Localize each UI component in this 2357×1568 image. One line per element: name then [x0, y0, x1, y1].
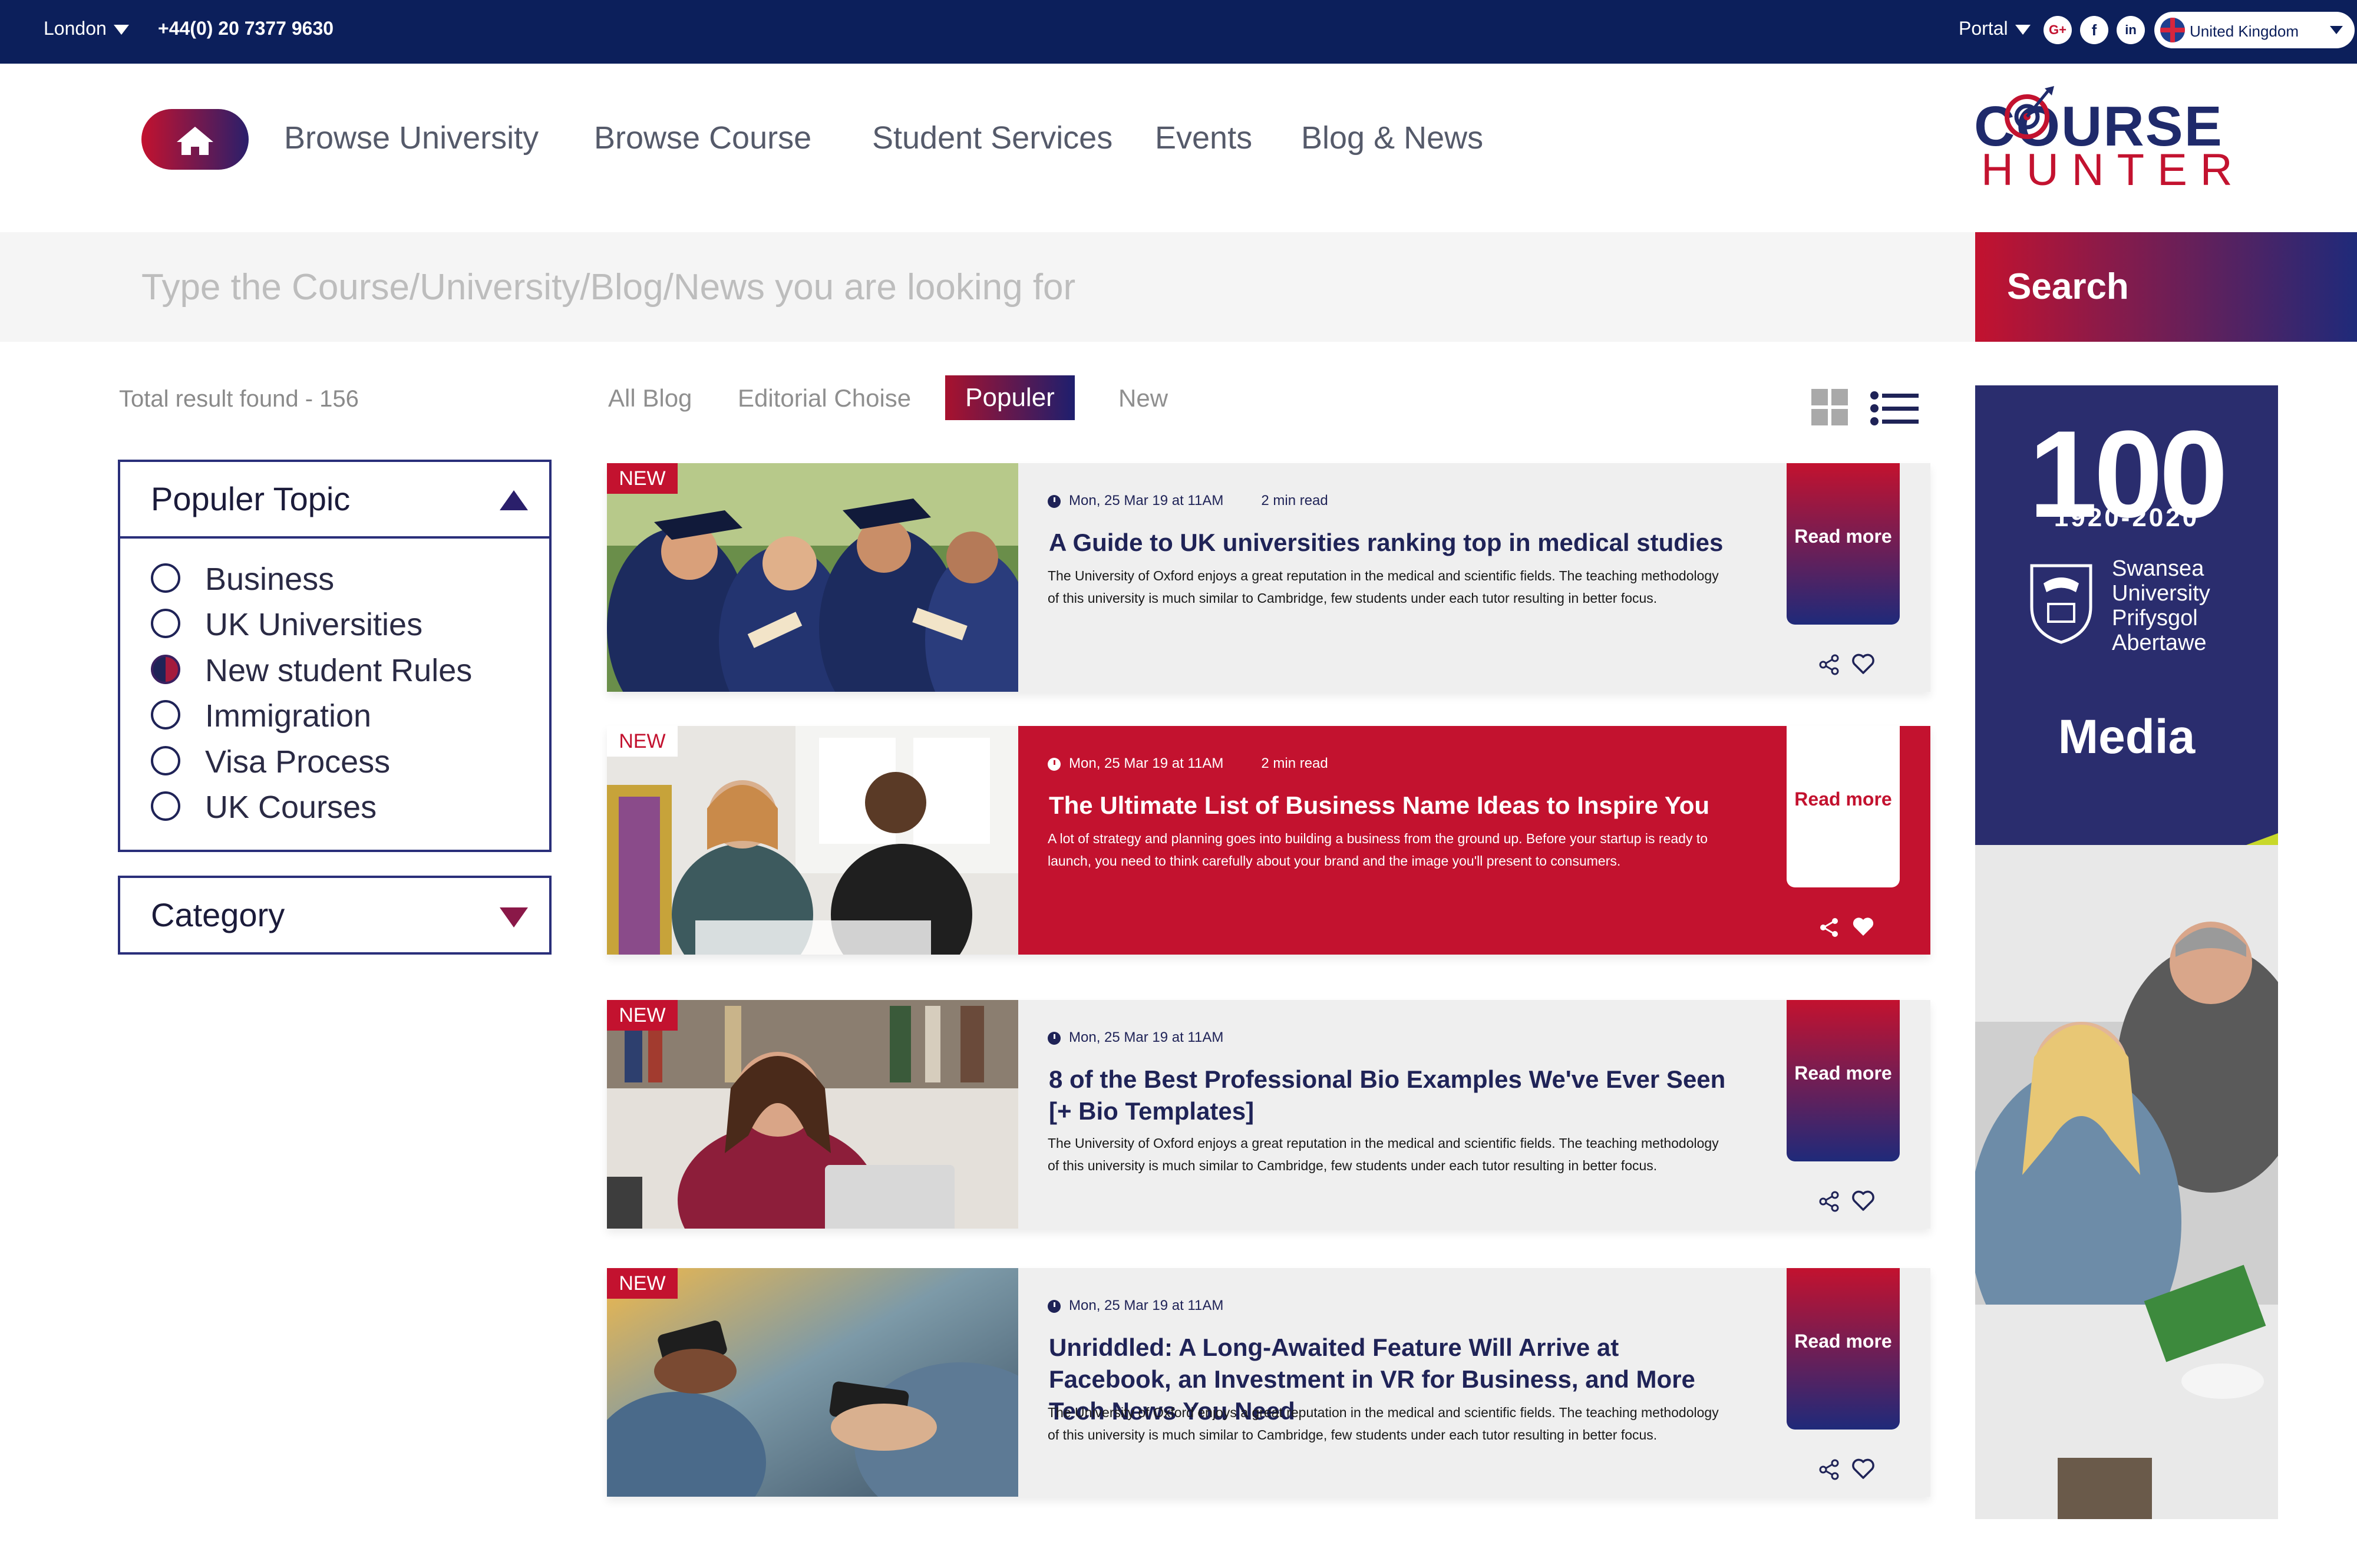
- total-results: Total result found - 156: [119, 386, 359, 412]
- country-selector[interactable]: United Kingdom: [2154, 12, 2355, 48]
- read-more-button[interactable]: Read more: [1787, 1268, 1900, 1430]
- radio-selected-icon[interactable]: [151, 655, 180, 684]
- list-view-icon[interactable]: [1870, 389, 1919, 427]
- new-badge: NEW: [607, 726, 678, 757]
- radio-icon[interactable]: [151, 609, 180, 638]
- clock-icon: [1048, 1299, 1061, 1313]
- clock-icon: [1048, 494, 1061, 508]
- heart-icon[interactable]: [1851, 1190, 1875, 1212]
- read-time: 2 min read: [1261, 755, 1328, 771]
- clock-icon: [1048, 1031, 1061, 1045]
- city-label: London: [44, 18, 107, 39]
- home-button[interactable]: [141, 109, 249, 170]
- topic-filter-header[interactable]: Populer Topic: [120, 462, 549, 539]
- graduates-photo: [607, 463, 1018, 692]
- grid-view-icon[interactable]: [1811, 389, 1849, 427]
- collapse-triangle-icon[interactable]: [500, 490, 528, 510]
- read-more-button[interactable]: Read more: [1787, 726, 1900, 887]
- students-discussion-photo: [607, 726, 1018, 955]
- search-input[interactable]: [141, 266, 1939, 308]
- share-icon[interactable]: [1818, 1459, 1840, 1480]
- chevron-down-icon: [2015, 25, 2031, 35]
- post-title[interactable]: A Guide to UK universities ranking top i…: [1049, 527, 1727, 559]
- chevron-down-icon: [2330, 26, 2343, 34]
- new-badge: NEW: [607, 1268, 678, 1299]
- facebook-icon[interactable]: f: [2080, 16, 2108, 44]
- blog-card: NEW Mon, 25 Mar 19 at 11AM 8 of the Best…: [607, 1000, 1930, 1229]
- logo-hunter: HUNTER: [1981, 145, 2246, 195]
- country-label: United Kingdom: [2190, 22, 2299, 40]
- nav-events[interactable]: Events: [1155, 120, 1252, 156]
- tab-editorial-choise[interactable]: Editorial Choise: [738, 384, 911, 412]
- nav-browse-university[interactable]: Browse University: [284, 120, 539, 156]
- ad-banner[interactable]: 100 1920-2020 Swansea University Prifysg…: [1975, 385, 2278, 1519]
- post-date: Mon, 25 Mar 19 at 11AM: [1069, 493, 1224, 509]
- google-plus-icon[interactable]: G+: [2044, 16, 2072, 44]
- city-selector[interactable]: London: [44, 18, 129, 39]
- radio-icon[interactable]: [151, 791, 180, 821]
- tab-new[interactable]: New: [1118, 384, 1168, 412]
- post-meta: Mon, 25 Mar 19 at 11AM: [1048, 1029, 1261, 1046]
- nav-blog-news[interactable]: Blog & News: [1301, 120, 1483, 156]
- share-icon[interactable]: [1818, 1191, 1840, 1212]
- expand-triangle-icon[interactable]: [500, 907, 528, 927]
- phones-in-hands-photo: [607, 1268, 1018, 1497]
- radio-icon[interactable]: [151, 746, 180, 775]
- share-icon[interactable]: [1818, 917, 1840, 938]
- phone-number[interactable]: +44(0) 20 7377 9630: [158, 18, 334, 39]
- university-crest-icon: [2030, 564, 2092, 644]
- ad-tagline: Media: [2058, 710, 2196, 764]
- ad-university-name: Swansea University Prifysgol Abertawe: [2112, 556, 2210, 655]
- blog-card: NEW Mon, 25 Mar 19 at 11AM Unriddled: A …: [607, 1268, 1930, 1497]
- linkedin-icon[interactable]: in: [2117, 16, 2145, 44]
- topic-filter-panel: Populer Topic Business UK Universities N…: [118, 460, 552, 852]
- top-bar: London +44(0) 20 7377 9630 Portal G+ f i…: [0, 0, 2357, 64]
- woman-laptop-photo: [607, 1000, 1018, 1229]
- portal-label: Portal: [1959, 18, 2008, 39]
- tab-populer[interactable]: Populer: [945, 375, 1075, 420]
- post-meta: Mon, 25 Mar 19 at 11AM 2 min read: [1048, 755, 1328, 772]
- heart-icon[interactable]: [1851, 1458, 1875, 1480]
- home-icon: [177, 127, 213, 155]
- category-filter-title: Category: [151, 896, 285, 933]
- post-date: Mon, 25 Mar 19 at 11AM: [1069, 1298, 1224, 1313]
- uk-flag-icon: [2160, 18, 2185, 42]
- search-bar: [0, 232, 1975, 342]
- radio-icon[interactable]: [151, 563, 180, 593]
- clock-icon: [1048, 757, 1061, 771]
- post-excerpt: The University of Oxford enjoys a great …: [1048, 1405, 1719, 1442]
- category-filter-panel[interactable]: Category: [118, 876, 552, 955]
- nav-browse-course[interactable]: Browse Course: [594, 120, 811, 156]
- new-badge: NEW: [607, 463, 678, 494]
- post-title[interactable]: 8 of the Best Professional Bio Examples …: [1049, 1064, 1727, 1127]
- post-date: Mon, 25 Mar 19 at 11AM: [1069, 1029, 1224, 1045]
- read-more-button[interactable]: Read more: [1787, 1000, 1900, 1161]
- target-icon: [2005, 86, 2054, 139]
- ad-students-photo: [1975, 845, 2278, 1519]
- post-excerpt: The University of Oxford enjoys a great …: [1048, 1135, 1719, 1173]
- post-meta: Mon, 25 Mar 19 at 11AM: [1048, 1298, 1261, 1314]
- new-badge: NEW: [607, 1000, 678, 1031]
- post-excerpt: The University of Oxford enjoys a great …: [1048, 568, 1719, 606]
- chevron-down-icon: [113, 25, 129, 35]
- nav-student-services[interactable]: Student Services: [872, 120, 1113, 156]
- read-more-button[interactable]: Read more: [1787, 463, 1900, 625]
- post-title[interactable]: The Ultimate List of Business Name Ideas…: [1049, 790, 1727, 821]
- portal-menu[interactable]: Portal: [1959, 18, 2031, 39]
- ad-years: 1920-2020: [2054, 503, 2200, 532]
- topic-filter-title: Populer Topic: [151, 480, 351, 517]
- post-meta: Mon, 25 Mar 19 at 11AM 2 min read: [1048, 493, 1328, 509]
- heart-filled-icon[interactable]: [1851, 916, 1875, 938]
- search-button[interactable]: Search: [1975, 232, 2357, 342]
- blog-card: NEW Mon, 25 Mar 19 at 11AM 2 min read A G…: [607, 463, 1930, 692]
- blog-card-highlighted: NEW Mon, 25 Mar 19 at 11AM 2 min read The…: [607, 726, 1930, 955]
- heart-icon[interactable]: [1851, 653, 1875, 675]
- share-icon[interactable]: [1818, 654, 1840, 675]
- post-excerpt: A lot of strategy and planning goes into…: [1048, 831, 1708, 869]
- post-date: Mon, 25 Mar 19 at 11AM: [1069, 755, 1224, 771]
- radio-icon[interactable]: [151, 700, 180, 729]
- tab-all-blog[interactable]: All Blog: [608, 384, 692, 412]
- read-time: 2 min read: [1261, 493, 1328, 509]
